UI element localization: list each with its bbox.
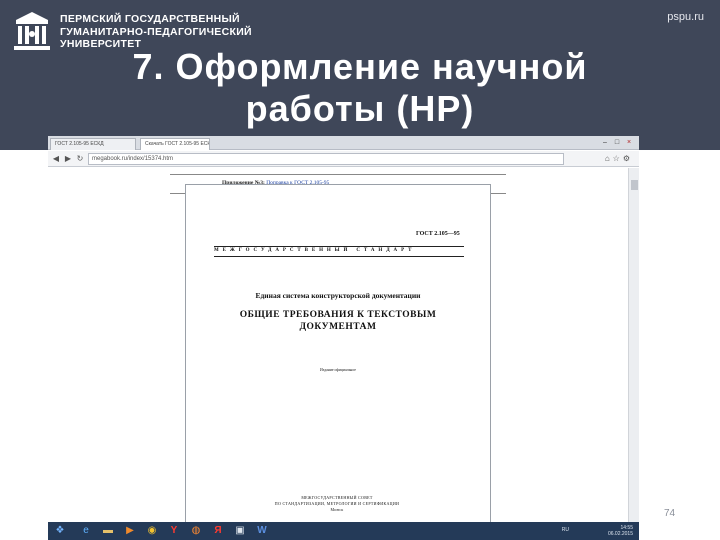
divider	[214, 246, 464, 247]
windows-taskbar: ❖ e ▬ ▶ ◉ Y ◍ Я ▣ W RU 14:55 06.02.2015	[48, 522, 639, 540]
slide-title-line: работы (НР)	[245, 88, 475, 129]
url-input[interactable]: megabook.ru/index/15374.htm	[88, 153, 564, 165]
gost-number: ГОСТ 2.105—95	[416, 231, 460, 237]
university-name-line: ГУМАНИТАРНО-ПЕДАГОГИЧЕСКИЙ	[60, 25, 252, 38]
document-title-line: ДОКУМЕНТАМ	[299, 322, 377, 332]
slide-header: ПЕРМСКИЙ ГОСУДАРСТВЕННЫЙ ГУМАНИТАРНО-ПЕД…	[0, 0, 720, 150]
slide-number: 74	[664, 508, 676, 519]
minimize-icon[interactable]: –	[600, 138, 610, 147]
maximize-icon[interactable]: □	[612, 138, 622, 147]
chrome-icon[interactable]: ◉	[144, 524, 160, 538]
official-edition: Издание официальное	[320, 368, 356, 372]
university-emblem-icon	[14, 12, 50, 50]
standard-line: МЕЖГОСУДАРСТВЕННЫЙ СТАНДАРТ	[214, 248, 416, 253]
site-url: pspu.ru	[667, 11, 704, 23]
slide-title: 7. Оформление научной работы (НР)	[80, 46, 640, 130]
divider	[214, 256, 464, 257]
slide-title-line: 7. Оформление научной	[132, 46, 588, 87]
university-name-line: ПЕРМСКИЙ ГОСУДАРСТВЕННЫЙ	[60, 13, 240, 25]
language-indicator[interactable]: RU	[562, 527, 569, 533]
media-player-icon[interactable]: ▶	[122, 524, 138, 538]
system-clock[interactable]: 14:55 06.02.2015	[608, 525, 633, 537]
internet-explorer-icon[interactable]: e	[78, 524, 94, 538]
browser-address-bar: ◀ ▶ ↻ megabook.ru/index/15374.htm ⌂☆⚙	[48, 151, 639, 167]
gear-icon[interactable]: ⚙	[623, 154, 633, 163]
document-title-line: ОБЩИЕ ТРЕБОВАНИЯ К ТЕКСТОВЫМ	[239, 310, 437, 320]
browser-tab-active[interactable]: Скачать ГОСТ 2.105-95 ЕСКД	[140, 138, 210, 150]
document-system: Единая система конструкторской документа…	[255, 291, 421, 300]
browser-toolbar-icons: ⌂☆⚙	[605, 154, 633, 163]
firefox-icon[interactable]: ◍	[188, 524, 204, 538]
browser-tab-bar: ГОСТ 2.105-95 ЕСКД Скачать ГОСТ 2.105-95…	[48, 136, 639, 150]
reload-icon[interactable]: ↻	[75, 154, 85, 164]
yandex-icon[interactable]: Я	[210, 524, 226, 538]
vertical-scrollbar[interactable]	[628, 168, 639, 524]
browser-screenshot: ГОСТ 2.105-95 ЕСКД Скачать ГОСТ 2.105-95…	[48, 136, 639, 540]
gost-document-page: ГОСТ 2.105—95 МЕЖГОСУДАРСТВЕННЫЙ СТАНДАР…	[185, 184, 491, 524]
browser-tab[interactable]: ГОСТ 2.105-95 ЕСКД	[50, 138, 136, 150]
university-name: ПЕРМСКИЙ ГОСУДАРСТВЕННЫЙ ГУМАНИТАРНО-ПЕД…	[60, 13, 252, 51]
folder-icon[interactable]: ▬	[100, 524, 116, 538]
word-icon[interactable]: W	[254, 524, 270, 538]
start-icon[interactable]: ❖	[52, 524, 68, 538]
forward-icon[interactable]: ▶	[63, 154, 73, 164]
home-icon[interactable]: ⌂	[605, 154, 613, 163]
back-icon[interactable]: ◀	[51, 154, 61, 164]
close-icon[interactable]: ×	[624, 138, 634, 147]
yandex-browser-icon[interactable]: Y	[166, 524, 182, 538]
scrollbar-thumb[interactable]	[631, 180, 638, 190]
page-viewport: Приложение №3: Поправка к ГОСТ 2.105-95 …	[48, 168, 628, 524]
app-icon[interactable]: ▣	[232, 524, 248, 538]
clock-date: 06.02.2015	[607, 531, 633, 537]
star-icon[interactable]: ☆	[613, 154, 623, 163]
